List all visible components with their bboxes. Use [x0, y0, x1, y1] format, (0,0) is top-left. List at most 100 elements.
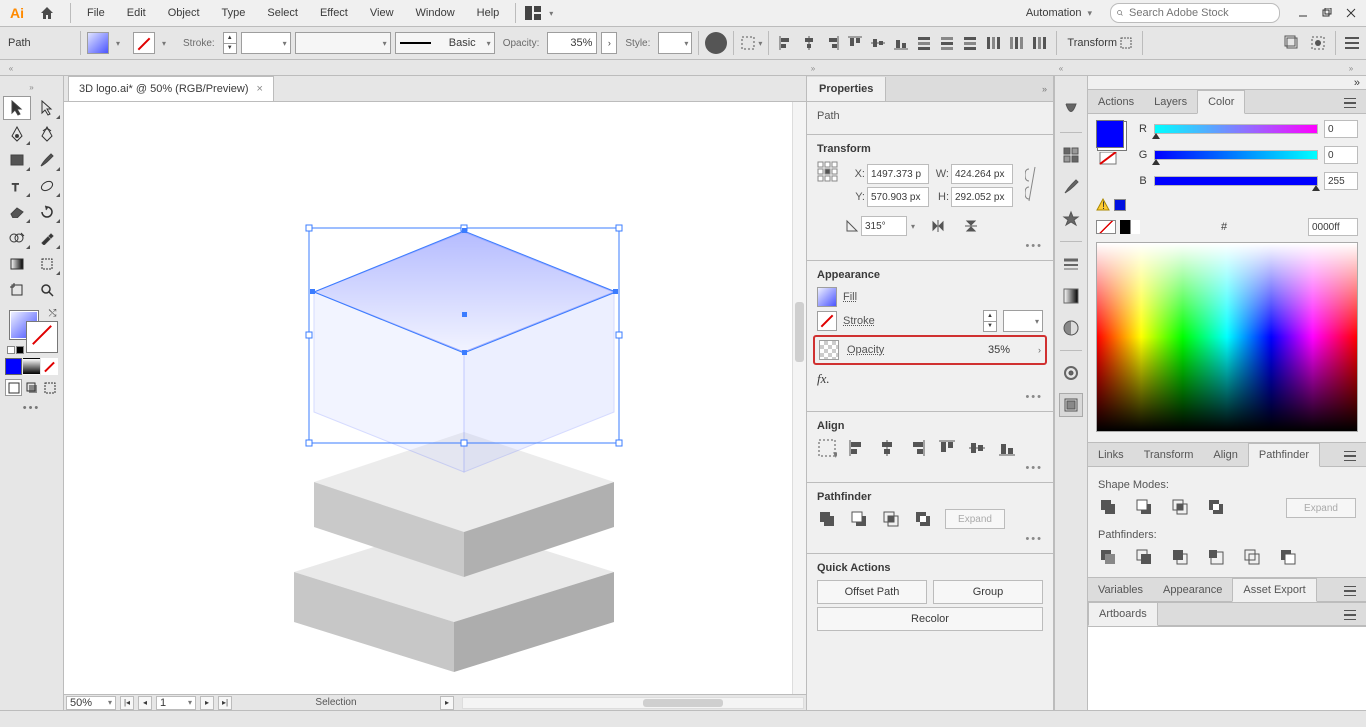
gradient-panel-icon[interactable] — [1059, 284, 1083, 308]
fill-stroke-control[interactable]: ⤭ — [5, 308, 59, 354]
gamut-warning-icon[interactable]: ! — [1096, 198, 1110, 212]
line-tool[interactable] — [33, 174, 61, 198]
transform-h-input[interactable] — [951, 187, 1013, 207]
color-fill-swatch[interactable] — [1096, 120, 1124, 148]
r-pf-outline-icon[interactable] — [1242, 547, 1264, 569]
asset-export-area[interactable] — [1088, 626, 1366, 710]
variable-width-profile[interactable]: ▾ — [295, 32, 391, 54]
appearance-stroke-label[interactable]: Stroke — [843, 315, 875, 327]
flip-h-icon[interactable] — [931, 218, 947, 234]
r-pf-merge-icon[interactable] — [1170, 547, 1192, 569]
pf-exclude-icon[interactable] — [913, 509, 933, 529]
menu-type[interactable]: Type — [212, 3, 256, 24]
selection-tool[interactable] — [3, 96, 31, 120]
r-input[interactable] — [1324, 120, 1358, 138]
artboards-menu-icon[interactable] — [1340, 605, 1360, 625]
r-pf-crop-icon[interactable] — [1206, 547, 1228, 569]
appearance-panel-icon[interactable] — [1059, 361, 1083, 385]
draw-inside-icon[interactable] — [41, 379, 58, 396]
recolor-artwork-icon[interactable] — [705, 32, 727, 54]
pf-intersect-icon[interactable] — [881, 509, 901, 529]
tab-artboards[interactable]: Artboards — [1088, 602, 1158, 626]
collapse-right-icon[interactable]: » — [1342, 62, 1360, 74]
hex-input[interactable] — [1308, 218, 1358, 236]
flip-v-icon[interactable] — [963, 218, 979, 234]
r-slider[interactable] — [1154, 124, 1318, 134]
pen-tool[interactable] — [3, 122, 31, 146]
opacity-popup[interactable]: › — [601, 32, 617, 54]
horizontal-scrollbar[interactable] — [462, 697, 804, 709]
rotate-tool[interactable] — [33, 200, 61, 224]
transparency-panel-icon[interactable] — [1059, 316, 1083, 340]
align-right-icon[interactable] — [821, 32, 843, 54]
r-pf-divide-icon[interactable] — [1098, 547, 1120, 569]
edit-toolbar-icon[interactable]: ••• — [23, 402, 41, 414]
dist-top-icon[interactable] — [913, 32, 935, 54]
rotate-input[interactable] — [861, 216, 907, 236]
rectangle-tool[interactable] — [3, 148, 31, 172]
artboard-tool[interactable] — [3, 278, 31, 302]
search-input[interactable] — [1127, 6, 1273, 20]
appearance-stroke-swatch[interactable] — [817, 311, 837, 331]
appearance-fill-swatch[interactable] — [817, 287, 837, 307]
recolor-button[interactable]: Recolor — [817, 607, 1043, 631]
swap-fill-stroke-icon[interactable]: ⤭ — [49, 308, 57, 319]
dist-bottom-icon[interactable] — [959, 32, 981, 54]
opacity-value[interactable]: 35% — [547, 32, 597, 54]
status-popup-icon[interactable]: ▸ — [440, 696, 454, 710]
appearance-stroke-stepper[interactable]: ▲▼ — [983, 310, 997, 332]
tab-asset-export[interactable]: Asset Export — [1232, 578, 1316, 602]
p-align-right-icon[interactable] — [907, 438, 927, 458]
dist-hcenter-icon[interactable] — [1005, 32, 1027, 54]
appearance-stroke-dd[interactable]: ▾ — [1003, 310, 1043, 332]
color-panel-menu-icon[interactable] — [1340, 93, 1360, 113]
canvas[interactable] — [64, 102, 792, 694]
properties-collapse-icon[interactable]: » — [1042, 84, 1053, 94]
dist-right-icon[interactable] — [1028, 32, 1050, 54]
stroke-color-icon[interactable] — [27, 322, 57, 352]
appearance-opacity-row[interactable]: Opacity 35% › — [813, 335, 1047, 365]
cc-libraries-icon[interactable] — [1059, 98, 1083, 122]
tab-appearance[interactable]: Appearance — [1153, 579, 1232, 601]
r-pf-exclude-icon[interactable] — [1206, 497, 1228, 519]
stroke-weight-dd[interactable]: ▾ — [241, 32, 291, 54]
p-align-vcenter-icon[interactable] — [967, 438, 987, 458]
brush-definition[interactable]: Basic ▾ — [395, 32, 495, 54]
pathfinder-panel-menu-icon[interactable] — [1340, 446, 1360, 466]
gradient-tool[interactable] — [3, 252, 31, 276]
b-slider[interactable] — [1154, 176, 1318, 186]
collapse-toolbox-icon[interactable]: « — [2, 62, 20, 74]
transform-more-icon[interactable]: ••• — [817, 240, 1043, 252]
zoom-dropdown[interactable]: 50%▾ — [66, 696, 116, 710]
arrange-documents-icon[interactable]: ▾ — [522, 2, 544, 24]
p-align-to-icon[interactable]: ▾ — [817, 438, 837, 458]
transform-popup[interactable]: Transform — [1063, 37, 1136, 49]
document-tab[interactable]: 3D logo.ai* @ 50% (RGB/Preview) × — [68, 76, 274, 101]
direct-selection-tool[interactable] — [33, 96, 61, 120]
menu-object[interactable]: Object — [158, 3, 210, 24]
graphic-style-dd[interactable]: ▾ — [658, 32, 692, 54]
brushes-icon[interactable] — [1059, 175, 1083, 199]
close-tab-icon[interactable]: × — [257, 83, 263, 95]
symbols-icon[interactable] — [1059, 207, 1083, 231]
align-vcenter-icon[interactable] — [867, 32, 889, 54]
menu-effect[interactable]: Effect — [310, 3, 358, 24]
free-transform-tool[interactable] — [33, 252, 61, 276]
none-color-icon[interactable] — [1096, 220, 1116, 234]
p-align-bottom-icon[interactable] — [997, 438, 1017, 458]
last-artboard-icon[interactable]: ▸| — [218, 696, 232, 710]
color-mode-solid[interactable] — [5, 358, 22, 375]
tab-links[interactable]: Links — [1088, 444, 1134, 466]
r-pf-minusback-icon[interactable] — [1278, 547, 1300, 569]
prev-artboard-icon[interactable]: ◂ — [138, 696, 152, 710]
align-hcenter-icon[interactable] — [798, 32, 820, 54]
ae-menu-icon[interactable] — [1340, 581, 1360, 601]
group-button[interactable]: Group — [933, 580, 1043, 604]
color-stroke-swatch[interactable] — [1096, 152, 1120, 166]
zoom-tool[interactable] — [33, 278, 61, 302]
menu-help[interactable]: Help — [467, 3, 510, 24]
tab-align[interactable]: Align — [1203, 444, 1247, 466]
align-more-icon[interactable]: ••• — [817, 462, 1043, 474]
offset-path-button[interactable]: Offset Path — [817, 580, 927, 604]
stroke-weight-stepper[interactable]: ▲▼ — [223, 32, 237, 54]
